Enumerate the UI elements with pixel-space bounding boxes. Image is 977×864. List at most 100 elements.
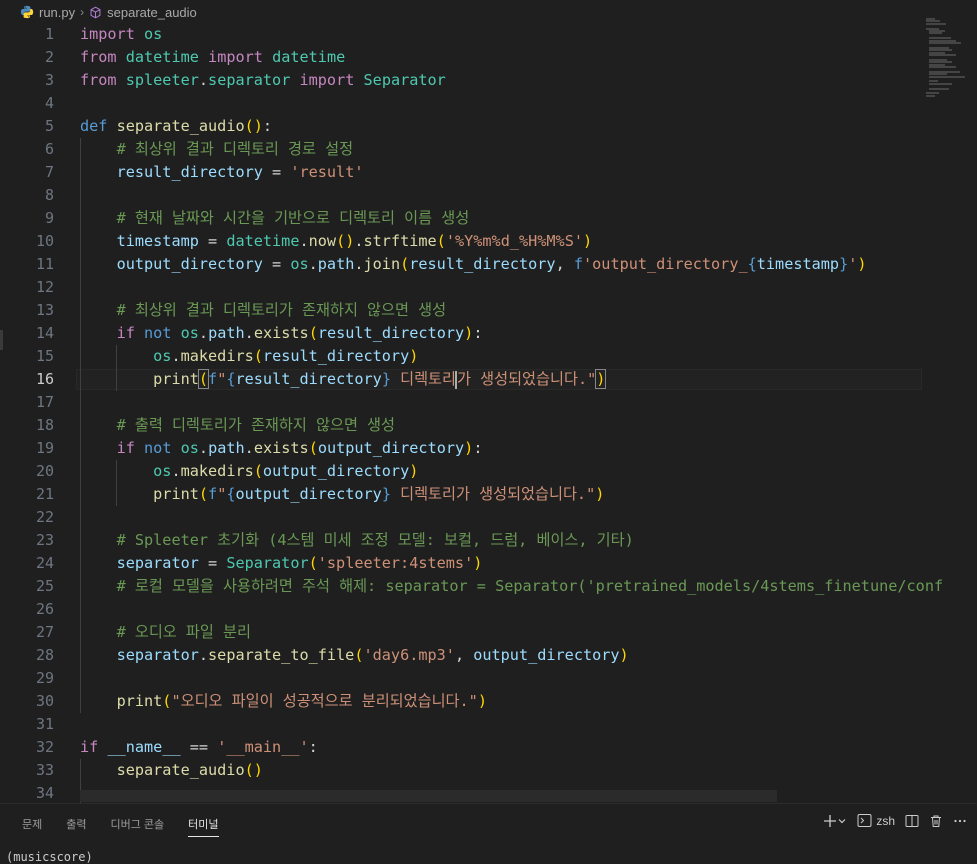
new-terminal-button[interactable]	[823, 814, 847, 828]
code-token: os	[290, 255, 309, 273]
code-token: output_directory	[262, 462, 410, 480]
code-token: .	[171, 462, 181, 480]
code-editor[interactable]: 1 import os 2 from datetime import datetime…	[0, 23, 977, 803]
code-token: 'spleeter:4stems'	[317, 554, 474, 572]
minimap-line	[926, 22, 946, 25]
indent-guide	[116, 460, 117, 506]
code-line[interactable]: 2 from datetime import datetime	[0, 46, 977, 69]
code-token: makedirs	[180, 347, 254, 365]
code-token: # 출력 디렉토리가 존재하지 않으면 생성	[116, 416, 396, 434]
code-line[interactable]: 12	[0, 276, 977, 299]
code-token: f	[208, 485, 218, 503]
code-line[interactable]: 3 from spleeter.separator import Separato…	[0, 69, 977, 92]
terminal-selector[interactable]: zsh	[857, 813, 895, 828]
code-line[interactable]: 10 timestamp = datetime.now().strftime('…	[0, 230, 977, 253]
code-line[interactable]: 28 separator.separate_to_file('day6.mp3'…	[0, 644, 977, 667]
code-line[interactable]: 4	[0, 92, 977, 115]
code-text: # 출력 디렉토리가 존재하지 않으면 생성	[80, 414, 395, 437]
code-token: # 최상위 결과 디렉토리가 존재하지 않으면 생성	[116, 301, 447, 319]
code-token: =	[198, 232, 227, 250]
code-line[interactable]: 23 # Spleeter 초기화 (4스템 미세 조정 모델: 보컬, 드럼,…	[0, 529, 977, 552]
horizontal-scrollbar[interactable]	[80, 790, 777, 802]
minimap-line	[929, 87, 949, 90]
code-text: if not os.path.exists(result_directory):	[80, 322, 483, 345]
code-line[interactable]: 33 separate_audio()	[0, 759, 977, 782]
code-text: # 최상위 결과 디렉토리가 존재하지 않으면 생성	[80, 299, 446, 322]
panel-tab[interactable]: 디버그 콘솔	[111, 816, 165, 837]
panel-tab[interactable]: 터미널	[188, 816, 219, 837]
line-number: 9	[44, 209, 54, 227]
code-line[interactable]: 9 # 현재 날짜와 시간을 기반으로 디렉토리 이름 생성	[0, 207, 977, 230]
code-line[interactable]: 32 if __name__ == '__main__':	[0, 736, 977, 759]
split-icon	[905, 814, 919, 827]
minimap[interactable]	[926, 18, 976, 98]
code-line[interactable]: 8	[0, 184, 977, 207]
code-token: 'day6.mp3'	[363, 646, 455, 664]
code-line[interactable]: 14 if not os.path.exists(result_director…	[0, 322, 977, 345]
code-line[interactable]: 26	[0, 598, 977, 621]
code-token: (	[253, 462, 263, 480]
split-terminal-button[interactable]	[905, 814, 919, 828]
code-token: :	[473, 324, 483, 342]
code-line[interactable]: 24 separator = Separator('spleeter:4stem…	[0, 552, 977, 575]
trash-icon	[931, 815, 941, 827]
line-number: 15	[35, 347, 54, 365]
code-token: # 오디오 파일 분리	[116, 623, 251, 641]
code-line[interactable]: 21 print(f"{output_directory} 디렉토리가 생성되었…	[0, 483, 977, 506]
code-token: # 현재 날짜와 시간을 기반으로 디렉토리 이름 생성	[116, 209, 470, 227]
code-line[interactable]: 1 import os	[0, 23, 977, 46]
code-token: :	[473, 439, 483, 457]
code-token: .	[244, 324, 254, 342]
code-line[interactable]: 30 print("오디오 파일이 성공적으로 분리되었습니다.")	[0, 690, 977, 713]
code-token: )	[473, 554, 483, 572]
code-token: result_directory	[317, 324, 465, 342]
breadcrumb-file[interactable]: run.py	[39, 5, 75, 20]
code-line[interactable]: 11 output_directory = os.path.join(resul…	[0, 253, 977, 276]
code-token: }	[839, 255, 849, 273]
code-line[interactable]: 5 def separate_audio():	[0, 115, 977, 138]
code-line[interactable]: 15 os.makedirs(result_directory)	[0, 345, 977, 368]
code-token: )	[464, 324, 474, 342]
code-line[interactable]: 18 # 출력 디렉토리가 존재하지 않으면 생성	[0, 414, 977, 437]
line-number: 19	[35, 439, 54, 457]
code-line[interactable]: 16 print(f"{result_directory} 디렉토리가 생성되었…	[0, 368, 977, 391]
code-line[interactable]: 17	[0, 391, 977, 414]
code-token: (	[253, 347, 263, 365]
code-line[interactable]: 7 result_directory = 'result'	[0, 161, 977, 184]
panel-tab[interactable]: 문제	[22, 816, 42, 837]
code-line[interactable]: 22	[0, 506, 977, 529]
panel-tab[interactable]: 출력	[66, 816, 86, 837]
code-token: )	[582, 232, 593, 250]
code-token: os	[153, 462, 172, 480]
kill-terminal-button[interactable]	[929, 814, 943, 828]
code-line[interactable]: 31	[0, 713, 977, 736]
code-line[interactable]: 29	[0, 667, 977, 690]
line-number: 2	[44, 48, 54, 66]
code-token: separator	[208, 71, 291, 89]
code-token: "오디오 파일이 성공적으로 분리되었습니다."	[171, 692, 478, 710]
code-text: separator.separate_to_file('day6.mp3', o…	[80, 644, 629, 667]
code-text: timestamp = datetime.now().strftime('%Y%…	[80, 230, 593, 253]
code-token: output_directory	[317, 439, 465, 457]
code-line[interactable]: 25 # 로컬 모델을 사용하려면 주석 해제: separator = Sep…	[0, 575, 977, 598]
code-token: timestamp	[756, 255, 840, 273]
code-line[interactable]: 20 os.makedirs(output_directory)	[0, 460, 977, 483]
code-token: Separator	[226, 554, 309, 572]
code-token: ()	[244, 117, 263, 135]
code-line[interactable]: 27 # 오디오 파일 분리	[0, 621, 977, 644]
line-number: 33	[35, 761, 54, 779]
terminal-output[interactable]: (musicscore)	[6, 850, 93, 864]
code-token: .	[171, 347, 181, 365]
breadcrumb-symbol[interactable]: separate_audio	[107, 5, 197, 20]
code-token: ()	[244, 761, 263, 779]
code-line[interactable]: 6 # 최상위 결과 디렉토리 경로 설정	[0, 138, 977, 161]
code-line[interactable]: 13 # 최상위 결과 디렉토리가 존재하지 않으면 생성	[0, 299, 977, 322]
more-actions-button[interactable]	[953, 814, 967, 828]
code-token: import	[208, 48, 263, 66]
code-line[interactable]: 19 if not os.path.exists(output_director…	[0, 437, 977, 460]
code-token: import	[80, 25, 135, 43]
